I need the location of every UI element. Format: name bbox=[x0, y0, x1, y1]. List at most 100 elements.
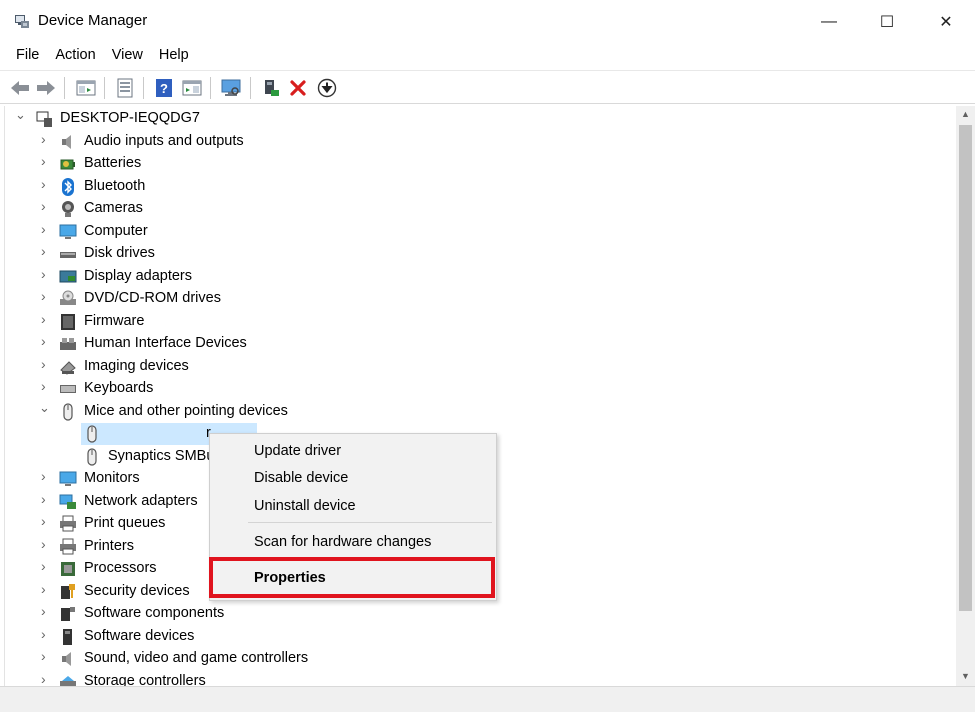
menu-bar: File Action View Help bbox=[0, 44, 975, 70]
chevron-right-icon[interactable]: › bbox=[41, 537, 51, 551]
tree-node-label: Sound, video and game controllers bbox=[84, 650, 309, 666]
tree-node-label: Bluetooth bbox=[84, 178, 146, 194]
speaker-icon bbox=[59, 650, 77, 668]
chevron-down-icon[interactable]: ⌄ bbox=[39, 401, 50, 414]
tree-category[interactable]: › Software devices bbox=[5, 626, 956, 648]
update-driver-icon bbox=[265, 80, 279, 96]
maximize-button[interactable]: ☐ bbox=[858, 0, 916, 44]
keyboard-icon bbox=[59, 380, 77, 398]
toolbar: ? bbox=[0, 70, 975, 104]
chevron-right-icon[interactable]: › bbox=[41, 289, 51, 303]
chevron-right-icon[interactable]: › bbox=[41, 312, 51, 326]
disk-drive-icon bbox=[59, 245, 77, 263]
chevron-right-icon[interactable]: › bbox=[41, 199, 51, 213]
scan-hardware-button[interactable] bbox=[219, 76, 243, 100]
show-hide-console-tree-button[interactable] bbox=[74, 76, 98, 100]
tree-node-label: Network adapters bbox=[84, 493, 198, 509]
tree-category[interactable]: › Batteries bbox=[5, 153, 956, 175]
software-device-icon bbox=[59, 628, 77, 646]
disable-device-button[interactable] bbox=[315, 76, 339, 100]
camera-icon bbox=[59, 200, 77, 218]
close-button[interactable]: ✕ bbox=[917, 0, 975, 44]
tree-category[interactable]: ⌄ Mice and other pointing devices bbox=[5, 401, 956, 423]
speaker-icon bbox=[59, 133, 77, 151]
tree-category[interactable]: › Firmware bbox=[5, 311, 956, 333]
chevron-right-icon[interactable]: › bbox=[41, 604, 51, 618]
mouse-icon bbox=[83, 448, 101, 466]
tree-node-label: Monitors bbox=[84, 470, 140, 486]
tree-category[interactable]: › Disk drives bbox=[5, 243, 956, 265]
scroll-up-arrow-icon[interactable]: ▲ bbox=[956, 106, 975, 123]
menu-help[interactable]: Help bbox=[151, 44, 197, 70]
tree-node-label: Cameras bbox=[84, 200, 143, 216]
tree-category[interactable]: › Bluetooth bbox=[5, 176, 956, 198]
tree-category[interactable]: › DVD/CD-ROM drives bbox=[5, 288, 956, 310]
chevron-right-icon[interactable]: › bbox=[41, 379, 51, 393]
back-button[interactable] bbox=[8, 76, 32, 100]
tree-category[interactable]: › Computer bbox=[5, 221, 956, 243]
chevron-right-icon[interactable]: › bbox=[41, 267, 51, 281]
chevron-right-icon[interactable]: › bbox=[41, 627, 51, 641]
chevron-right-icon[interactable]: › bbox=[41, 244, 51, 258]
update-driver-button[interactable] bbox=[259, 76, 283, 100]
menu-view[interactable]: View bbox=[104, 44, 151, 70]
tree-node-label: Batteries bbox=[84, 155, 142, 171]
minimize-icon: — bbox=[821, 13, 837, 30]
menu-file[interactable]: File bbox=[8, 44, 47, 70]
context-menu-update-driver[interactable]: Update driver bbox=[211, 438, 496, 464]
minimize-button[interactable]: — bbox=[800, 0, 858, 44]
chevron-right-icon[interactable]: › bbox=[41, 154, 51, 168]
tree-category[interactable]: › Human Interface Devices bbox=[5, 333, 956, 355]
chevron-right-icon[interactable]: › bbox=[41, 649, 51, 663]
tree-node-label: DVD/CD-ROM drives bbox=[84, 290, 221, 306]
tree-node-label: Display adapters bbox=[84, 268, 192, 284]
chevron-right-icon[interactable]: › bbox=[41, 492, 51, 506]
menu-action[interactable]: Action bbox=[47, 44, 103, 70]
svg-text:?: ? bbox=[160, 81, 168, 96]
chevron-right-icon[interactable]: › bbox=[41, 177, 51, 191]
tree-node-label: Synaptics SMBu bbox=[108, 448, 215, 464]
vertical-scrollbar[interactable]: ▲ ▼ bbox=[956, 106, 975, 686]
chevron-down-icon[interactable]: ⌄ bbox=[15, 108, 26, 121]
chevron-right-icon[interactable]: › bbox=[41, 222, 51, 236]
action-pane-button[interactable] bbox=[180, 76, 204, 100]
tree-root[interactable]: ⌄ DESKTOP-IEQQDG7 bbox=[5, 108, 956, 130]
tree-category[interactable]: › Audio inputs and outputs bbox=[5, 131, 956, 153]
mouse-icon bbox=[83, 425, 101, 443]
tree-category[interactable]: › Software components bbox=[5, 603, 956, 625]
scroll-down-arrow-icon[interactable]: ▼ bbox=[956, 668, 975, 685]
tree-node-label: DESKTOP-IEQQDG7 bbox=[60, 110, 200, 126]
tree-category[interactable]: › Storage controllers bbox=[5, 671, 956, 686]
tree-node-label: Software devices bbox=[84, 628, 195, 644]
help-button[interactable]: ? bbox=[152, 76, 176, 100]
chevron-right-icon[interactable]: › bbox=[41, 582, 51, 596]
tree-category[interactable]: › Sound, video and game controllers bbox=[5, 648, 956, 670]
tree-category[interactable]: › Imaging devices bbox=[5, 356, 956, 378]
processor-icon bbox=[59, 560, 77, 578]
chevron-right-icon[interactable]: › bbox=[41, 469, 51, 483]
properties-button[interactable] bbox=[113, 76, 137, 100]
context-menu-separator bbox=[248, 522, 492, 523]
tree-category[interactable]: › Display adapters bbox=[5, 266, 956, 288]
storage-controller-icon bbox=[59, 673, 77, 686]
tree-node-label: Disk drives bbox=[84, 245, 155, 261]
chevron-right-icon[interactable]: › bbox=[41, 357, 51, 371]
tree-category[interactable]: › Cameras bbox=[5, 198, 956, 220]
chevron-right-icon[interactable]: › bbox=[41, 334, 51, 348]
printer-icon bbox=[59, 538, 77, 556]
window-title: Device Manager bbox=[38, 12, 148, 29]
maximize-icon: ☐ bbox=[879, 14, 895, 31]
scrollbar-thumb[interactable] bbox=[959, 125, 972, 611]
tree-node-label: Imaging devices bbox=[84, 358, 189, 374]
tree-category[interactable]: › Keyboards bbox=[5, 378, 956, 400]
chevron-right-icon[interactable]: › bbox=[41, 514, 51, 528]
context-menu-uninstall-device[interactable]: Uninstall device bbox=[211, 493, 496, 519]
chevron-right-icon[interactable]: › bbox=[41, 132, 51, 146]
forward-button[interactable] bbox=[34, 76, 58, 100]
tree-node-label: Storage controllers bbox=[84, 673, 206, 686]
context-menu-scan-hardware[interactable]: Scan for hardware changes bbox=[211, 529, 496, 555]
context-menu-disable-device[interactable]: Disable device bbox=[211, 465, 496, 491]
chevron-right-icon[interactable]: › bbox=[41, 672, 51, 686]
uninstall-device-button[interactable] bbox=[286, 76, 310, 100]
chevron-right-icon[interactable]: › bbox=[41, 559, 51, 573]
